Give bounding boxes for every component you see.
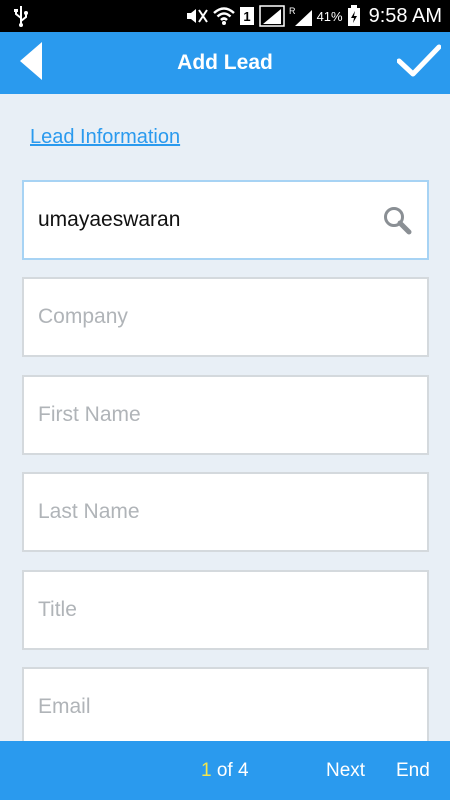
last-name-field[interactable] xyxy=(22,472,429,552)
page-total: of 4 xyxy=(211,760,249,781)
email-field[interactable] xyxy=(22,667,429,747)
mute-icon xyxy=(185,4,209,28)
clock: 9:58 AM xyxy=(368,4,442,27)
title-field[interactable] xyxy=(22,570,429,650)
battery-percent: 41% xyxy=(316,8,343,24)
status-bar: 1 R 41% 9:58 AM xyxy=(0,0,450,32)
wifi-icon xyxy=(212,4,235,28)
sim-1-icon: 1 xyxy=(239,4,255,28)
first-name-field[interactable] xyxy=(22,375,429,455)
owner-field[interactable] xyxy=(22,180,429,260)
first-name-input[interactable] xyxy=(38,377,378,453)
checkmark-icon xyxy=(396,44,442,83)
svg-text:R: R xyxy=(289,6,296,16)
current-page: 1 xyxy=(201,760,212,781)
email-input[interactable] xyxy=(38,669,378,745)
page-title: Add Lead xyxy=(177,51,273,74)
save-button[interactable] xyxy=(396,42,442,84)
company-input[interactable] xyxy=(38,279,378,355)
next-button[interactable]: Next xyxy=(326,741,365,800)
app-bar: Add Lead xyxy=(0,32,450,94)
owner-input[interactable] xyxy=(38,182,378,258)
last-name-input[interactable] xyxy=(38,474,378,550)
roaming-signal-icon: R xyxy=(289,4,313,28)
end-button[interactable]: End xyxy=(396,741,430,800)
lead-information-link[interactable]: Lead Information xyxy=(30,126,180,149)
company-field[interactable] xyxy=(22,277,429,357)
bottom-bar: 1 of 4 Next End xyxy=(0,741,450,800)
title-input[interactable] xyxy=(38,572,378,648)
usb-icon xyxy=(12,4,30,28)
search-icon[interactable] xyxy=(381,204,413,236)
page-indicator: 1 of 4 xyxy=(201,741,249,800)
svg-text:1: 1 xyxy=(243,9,250,24)
signal-icon xyxy=(258,4,285,28)
battery-charging-icon xyxy=(347,4,361,28)
